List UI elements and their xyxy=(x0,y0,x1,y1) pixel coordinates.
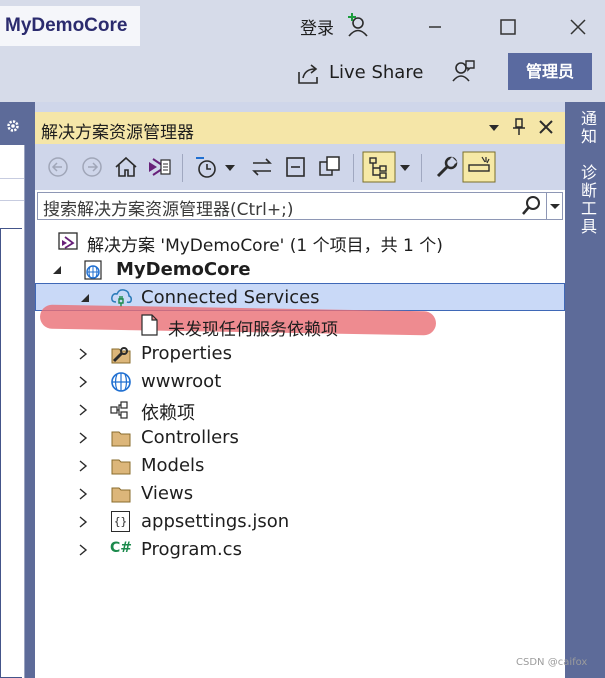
project-name-tag: MyDemoCore xyxy=(0,6,140,46)
web-project-icon xyxy=(84,260,102,280)
solution-icon xyxy=(58,232,78,250)
toolbar-separator xyxy=(353,154,354,182)
solution-label[interactable]: 解决方案 'MyDemoCore' (1 个项目，共 1 个) xyxy=(87,231,443,256)
tab-notifications[interactable]: 通知 xyxy=(575,110,599,146)
collapsed-arrow-icon[interactable] xyxy=(78,460,88,472)
chevron-down-icon[interactable] xyxy=(397,152,413,182)
expanded-arrow-icon[interactable] xyxy=(80,292,90,304)
collapsed-arrow-icon[interactable] xyxy=(78,348,88,360)
wrench-icon[interactable] xyxy=(432,152,460,182)
maximize-icon[interactable] xyxy=(495,14,521,40)
collapsed-arrow-icon[interactable] xyxy=(78,432,88,444)
divider xyxy=(0,178,24,179)
minimize-icon[interactable] xyxy=(422,14,448,40)
folder-icon xyxy=(111,459,131,475)
pending-changes-icon[interactable] xyxy=(193,152,221,182)
admin-badge[interactable]: 管理员 xyxy=(508,53,592,90)
live-share-icon[interactable] xyxy=(296,62,320,86)
collapsed-arrow-icon[interactable] xyxy=(78,516,88,528)
collapsed-arrow-icon[interactable] xyxy=(78,404,88,416)
search-icon[interactable] xyxy=(520,194,542,218)
preview-selected-items-icon[interactable] xyxy=(462,151,496,183)
no-services-label: 未发现任何服务依赖项 xyxy=(168,320,338,340)
tree-item-label[interactable]: Models xyxy=(141,455,204,476)
tree-item-label[interactable]: wwwroot xyxy=(141,371,221,392)
gear-icon[interactable] xyxy=(5,118,21,134)
dependencies-icon xyxy=(110,401,128,419)
expanded-arrow-icon[interactable] xyxy=(52,264,62,276)
search-placeholder: 搜索解决方案资源管理器(Ctrl+;) xyxy=(43,200,294,220)
collapsed-arrow-icon[interactable] xyxy=(78,488,88,500)
collapsed-arrow-icon[interactable] xyxy=(78,376,88,388)
search-options-dropdown[interactable] xyxy=(546,193,563,219)
user-add-icon[interactable] xyxy=(346,12,370,38)
collapsed-arrow-icon[interactable] xyxy=(78,544,88,556)
csharp-file-icon: C# xyxy=(110,540,133,556)
connected-services-label: Connected Services xyxy=(141,287,320,308)
pin-icon[interactable] xyxy=(512,118,526,136)
toolbar-separator xyxy=(421,154,422,182)
back-icon[interactable] xyxy=(44,152,72,182)
file-icon xyxy=(141,314,158,336)
chevron-down-icon[interactable] xyxy=(222,152,238,182)
tree-item-label[interactable]: Program.cs xyxy=(141,539,242,560)
chevron-down-icon[interactable] xyxy=(488,122,500,134)
login-link[interactable]: 登录 xyxy=(300,14,334,39)
tree-item-label[interactable]: Properties xyxy=(141,343,232,364)
json-file-icon: {} xyxy=(111,511,130,532)
close-window-icon[interactable] xyxy=(565,14,591,40)
show-all-files-icon[interactable] xyxy=(316,152,344,182)
collapse-all-icon[interactable] xyxy=(282,152,310,182)
forward-icon[interactable] xyxy=(78,152,106,182)
tree-item-label[interactable]: appsettings.json xyxy=(141,511,289,532)
watermark: CSDN @caifox xyxy=(516,657,588,668)
home-icon[interactable] xyxy=(112,152,140,182)
properties-icon xyxy=(111,347,131,364)
tab-diagnostic-tools[interactable]: 诊断工具 xyxy=(575,164,599,236)
divider xyxy=(0,200,24,201)
globe-icon xyxy=(111,372,131,392)
toolbar-separator xyxy=(182,154,183,182)
close-icon[interactable] xyxy=(537,118,555,136)
editor-frame xyxy=(0,228,22,678)
panel-title: 解决方案资源管理器 xyxy=(41,123,194,143)
tree-item-label[interactable]: Views xyxy=(141,483,193,504)
track-active-item-icon[interactable] xyxy=(362,151,396,183)
project-label[interactable]: MyDemoCore xyxy=(116,259,251,280)
switch-views-icon[interactable] xyxy=(145,152,173,182)
feedback-icon[interactable] xyxy=(450,58,476,84)
sync-icon[interactable] xyxy=(248,152,276,182)
folder-icon xyxy=(111,487,131,503)
tree-item-label[interactable]: 依赖项 xyxy=(141,399,195,425)
live-share-button[interactable]: Live Share xyxy=(329,62,423,83)
folder-icon xyxy=(111,431,131,447)
tree-item-label[interactable]: Controllers xyxy=(141,427,239,448)
